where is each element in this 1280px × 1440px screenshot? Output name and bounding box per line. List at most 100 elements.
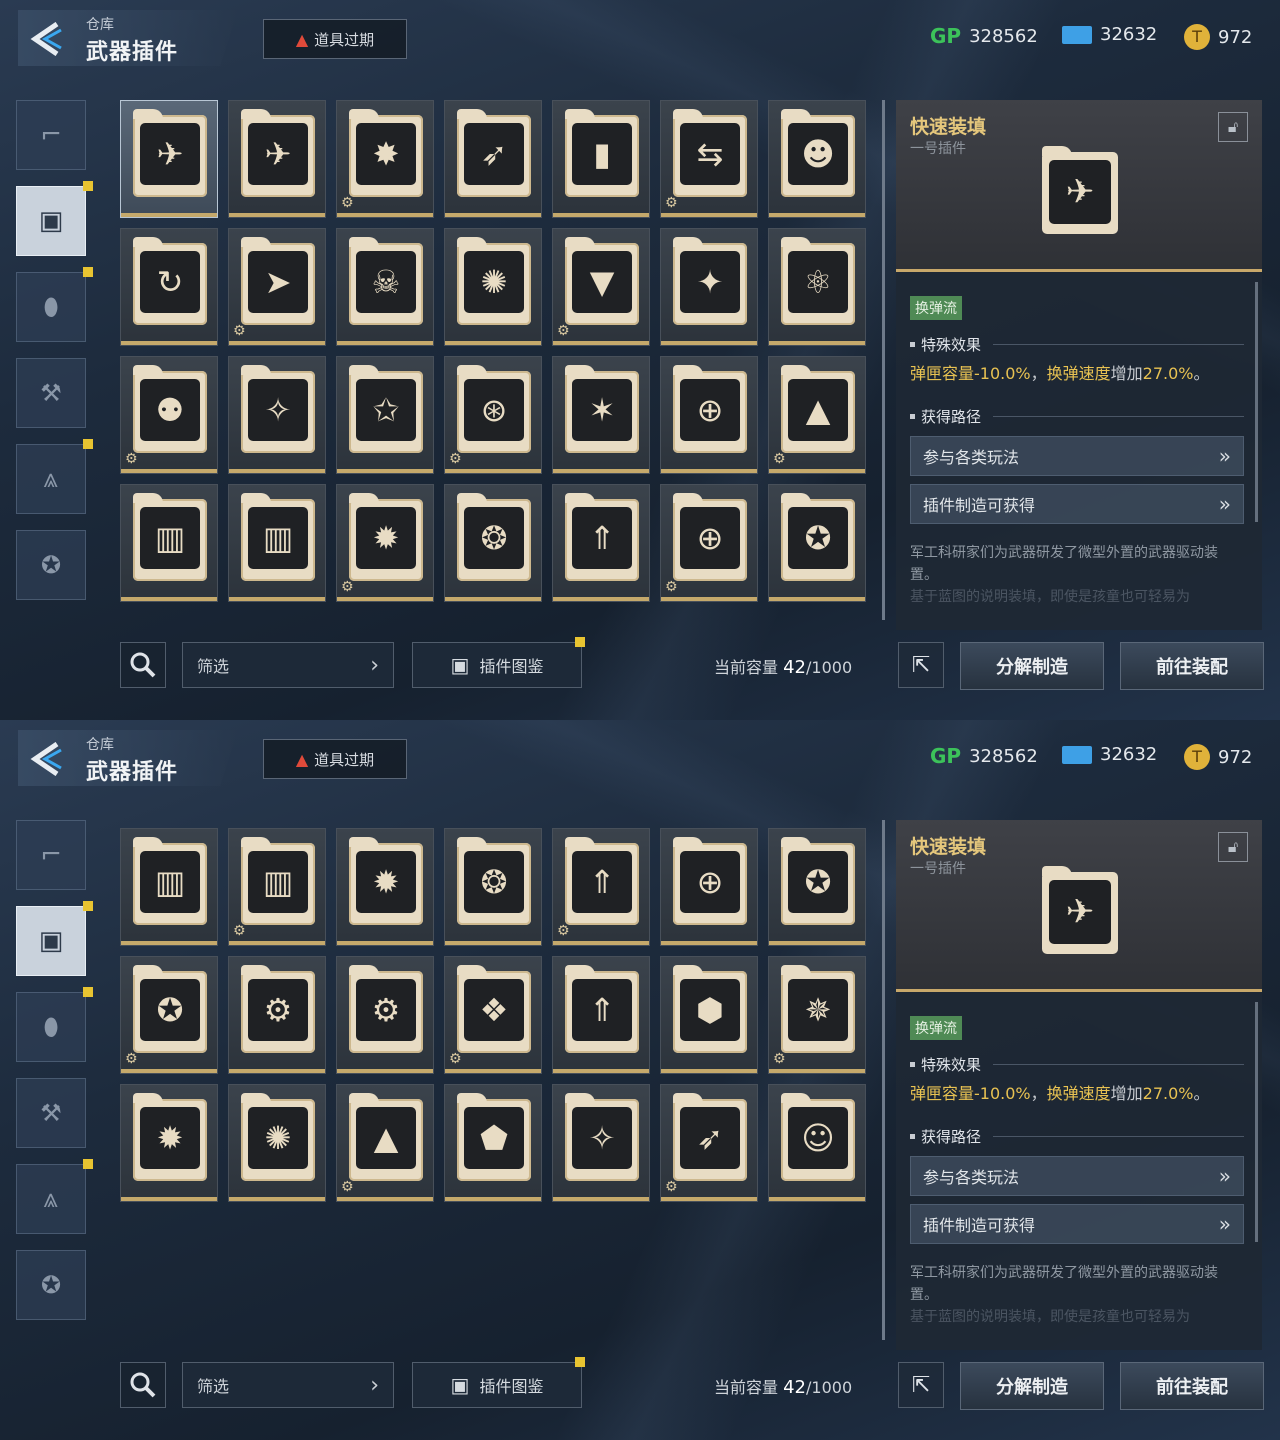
notice-badge (83, 987, 93, 997)
nav-plugin[interactable]: ▣ (16, 181, 93, 256)
plugin-card[interactable]: ⊕ ⚙ (660, 484, 758, 602)
plugin-card[interactable]: ▮ (552, 100, 650, 218)
plugin-card[interactable]: ⬟ (444, 1084, 542, 1202)
plugin-card[interactable]: ✩ (336, 356, 434, 474)
nav-compass[interactable]: ⩓ (16, 1159, 93, 1234)
go-equip-button[interactable]: 前往装配 (1120, 1362, 1264, 1410)
filter-dropdown[interactable]: 筛选 › (182, 642, 394, 688)
plugin-card[interactable]: ▲ ⚙ (768, 356, 866, 474)
plugin-card[interactable]: ▥ (228, 484, 326, 602)
plugin-card[interactable]: ⇆ ⚙ (660, 100, 758, 218)
plugin-card[interactable]: ➤ ⚙ (228, 228, 326, 346)
source-craft-button[interactable]: 插件制造可获得 » (910, 1204, 1244, 1244)
plugin-card[interactable]: ✵ ⚙ (768, 956, 866, 1074)
plugin-card[interactable]: ✺ (444, 228, 542, 346)
plugin-card[interactable]: ⊕ (660, 828, 758, 946)
detail-scrollbar[interactable] (1255, 282, 1258, 522)
plugin-card[interactable]: ❂ (444, 828, 542, 946)
plugin-card[interactable]: ✸ ⚙ (336, 100, 434, 218)
lock-button[interactable]: 🔓︎ (1218, 832, 1248, 862)
nav-gun-mod[interactable]: ⚒ (16, 358, 86, 428)
plugin-glyph-icon: ☻ (801, 135, 835, 173)
plugin-card[interactable]: ⇑ (552, 484, 650, 602)
plugin-atlas-button[interactable]: ▣ 插件图鉴 (412, 1357, 585, 1408)
back-button[interactable] (20, 734, 70, 784)
plugin-card[interactable]: ✹ (120, 1084, 218, 1202)
source-gameplay-button[interactable]: 参与各类玩法 » (910, 1156, 1244, 1196)
source-craft-button[interactable]: 插件制造可获得 » (910, 484, 1244, 524)
expire-button[interactable]: ▲ 道具过期 (263, 19, 407, 59)
plugin-grid: ⚉✧✩⚙⊛✶⊕⚙▲▥▥⚙✹❂⇑⚙⊕✪✪⚙⚙⚙❖⚙⇑⬢✵⚙✹✺▲⚙⬟✧➶⚙☺ (120, 820, 868, 1340)
expire-button[interactable]: ▲ 道具过期 (263, 739, 407, 779)
plugin-card[interactable]: ⇑ (552, 956, 650, 1074)
gear-icon: ⚙ (233, 923, 246, 939)
plugin-card[interactable]: ⬢ (660, 956, 758, 1074)
back-button[interactable] (20, 14, 70, 64)
source-gameplay-button[interactable]: 参与各类玩法 » (910, 436, 1244, 476)
disassemble-craft-button[interactable]: 分解制造 (960, 642, 1104, 690)
plugin-glyph-icon: ⊕ (696, 391, 724, 429)
plugin-card[interactable]: ✦ (660, 228, 758, 346)
nav-compass[interactable]: ⩓ (16, 439, 93, 514)
plugin-card[interactable]: ✹ (336, 828, 434, 946)
plugin-card[interactable]: ✺ (228, 1084, 326, 1202)
plugin-atlas-button[interactable]: ▣ 插件图鉴 (412, 637, 585, 688)
lock-button[interactable]: 🔓︎ (1218, 112, 1248, 142)
nav-star[interactable]: ✪ (16, 530, 86, 600)
compass-icon: ⩓ (43, 463, 59, 494)
plugin-card[interactable]: ⊛ ⚙ (444, 356, 542, 474)
chevron-right-icon: › (370, 652, 379, 678)
plugin-card[interactable]: ✈ (120, 100, 218, 218)
nav-gun-mod[interactable]: ⚒ (16, 1078, 86, 1148)
plugin-card[interactable]: ▥ ⚙ (228, 828, 326, 946)
search-button[interactable] (120, 1362, 166, 1408)
plugin-card[interactable]: ✶ (552, 356, 650, 474)
grid-scrollbar[interactable] (882, 820, 885, 1340)
nav-plugin[interactable]: ▣ (16, 901, 93, 976)
expand-button[interactable]: ⇱ (898, 1362, 944, 1408)
plugin-card[interactable]: ▲ ⚙ (336, 1084, 434, 1202)
plugin-card[interactable]: ✪ (768, 484, 866, 602)
plugin-card[interactable]: ✪ ⚙ (120, 956, 218, 1074)
effect-a: 弹匣容量 (910, 1084, 975, 1103)
detail-scrollbar[interactable] (1255, 1002, 1258, 1242)
nav-pistol[interactable]: ⌐ (16, 100, 86, 170)
expand-icon: ⇱ (911, 1372, 931, 1398)
disassemble-craft-button[interactable]: 分解制造 (960, 1362, 1104, 1410)
filter-dropdown[interactable]: 筛选 › (182, 1362, 394, 1408)
plugin-card[interactable]: ✧ (228, 356, 326, 474)
plugin-card[interactable]: ☺ (768, 1084, 866, 1202)
plugin-folder-icon: ✵ (781, 965, 855, 1053)
plugin-card[interactable]: ↻ (120, 228, 218, 346)
plugin-card[interactable]: ➶ ⚙ (660, 1084, 758, 1202)
go-equip-button[interactable]: 前往装配 (1120, 642, 1264, 690)
plugin-card[interactable]: ❂ (444, 484, 542, 602)
plugin-card[interactable]: ☠ (336, 228, 434, 346)
atlas-label: 插件图鉴 (479, 657, 544, 676)
plugin-card[interactable]: ✪ (768, 828, 866, 946)
expand-button[interactable]: ⇱ (898, 642, 944, 688)
plugin-card[interactable]: ▥ (120, 484, 218, 602)
plugin-card[interactable]: ▥ (120, 828, 218, 946)
search-button[interactable] (120, 642, 166, 688)
plugin-card[interactable]: ☻ (768, 100, 866, 218)
card-bottom-bar (229, 1069, 325, 1073)
nav-grenade[interactable]: ⬮ (16, 267, 93, 342)
plugin-card[interactable]: ❖ ⚙ (444, 956, 542, 1074)
grid-scrollbar[interactable] (882, 100, 885, 620)
plugin-card[interactable]: ⚙ (336, 956, 434, 1074)
plugin-card[interactable]: ✈ (228, 100, 326, 218)
plugin-card[interactable]: ▼ ⚙ (552, 228, 650, 346)
plugin-card[interactable]: ⚛ (768, 228, 866, 346)
plugin-card[interactable]: ⚉ ⚙ (120, 356, 218, 474)
plugin-card[interactable]: ⊕ (660, 356, 758, 474)
nav-star[interactable]: ✪ (16, 1250, 86, 1320)
plugin-card[interactable]: ➶ (444, 100, 542, 218)
plugin-card[interactable]: ✧ (552, 1084, 650, 1202)
plugin-card[interactable]: ⚙ (228, 956, 326, 1074)
plugin-card[interactable]: ⇑ ⚙ (552, 828, 650, 946)
nav-grenade[interactable]: ⬮ (16, 987, 93, 1062)
nav-pistol[interactable]: ⌐ (16, 820, 86, 890)
plugin-card[interactable]: ✹ ⚙ (336, 484, 434, 602)
search-icon (130, 1372, 156, 1398)
